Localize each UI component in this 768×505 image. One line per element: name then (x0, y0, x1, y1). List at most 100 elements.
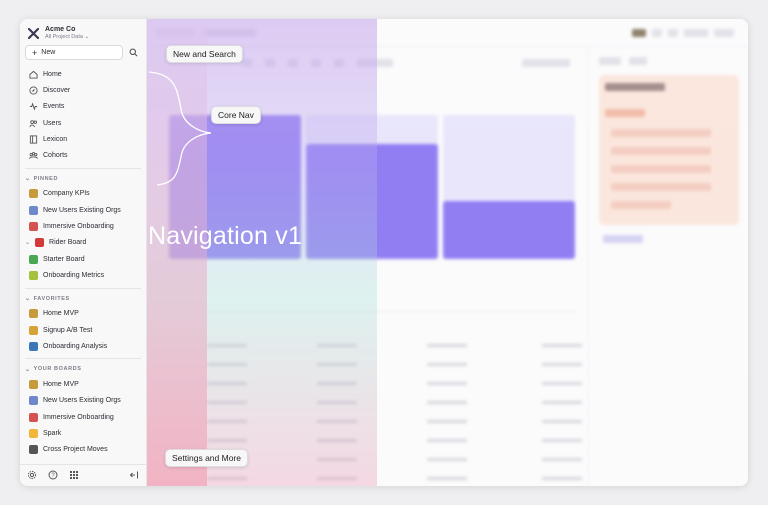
table-cell (542, 344, 582, 347)
board-icon (35, 238, 45, 248)
chart-bar (443, 201, 575, 259)
main-content (147, 19, 748, 486)
board-icon (29, 412, 38, 422)
new-button-label: New (41, 49, 56, 56)
sidebar-footer: ? (20, 464, 146, 486)
apps-button[interactable] (69, 470, 79, 482)
board-label: Starter Board (43, 255, 85, 263)
book-icon (29, 135, 38, 144)
board-icon (29, 222, 38, 232)
core-nav: Home Discover Events Users Lexicon Cohor… (20, 66, 146, 164)
settings-button[interactable] (27, 470, 37, 482)
gear-icon (27, 470, 37, 479)
pinned-section-header[interactable]: ⌄ PINNED (20, 172, 146, 186)
your-boards-item[interactable]: Cross Project Moves (20, 442, 146, 458)
org-switcher[interactable]: Acme Co All Project Data ⌄ (20, 19, 146, 41)
table-cell (427, 344, 467, 347)
favorites-section-header[interactable]: ⌄ FAVORITES (20, 292, 146, 306)
table-cell (542, 401, 582, 404)
compass-icon (29, 86, 38, 95)
section-title: FAVORITES (33, 295, 70, 302)
nav-item-lexicon[interactable]: Lexicon (20, 131, 146, 147)
chevron-down-icon: ⌄ (84, 33, 90, 40)
chevron-down-icon: ⌄ (25, 296, 31, 303)
pinned-item[interactable]: New Users Existing Orgs (20, 202, 146, 218)
favorites-item[interactable]: Onboarding Analysis (20, 338, 146, 354)
pinned-item[interactable]: Immersive Onboarding (20, 218, 146, 234)
board-label: Home MVP (43, 381, 79, 389)
project-label: All Project Data (45, 33, 83, 40)
board-label: Immersive Onboarding (43, 413, 114, 421)
table-cell (542, 477, 582, 480)
headline: Navigation v1 (148, 222, 303, 250)
your-boards-item[interactable]: Home MVP (20, 376, 146, 392)
board-icon (29, 254, 38, 264)
board-label: New Users Existing Orgs (43, 206, 121, 214)
grid-icon (70, 470, 78, 479)
board-label: Home MVP (43, 310, 79, 318)
favorites-item[interactable]: Signup A/B Test (20, 322, 146, 338)
table-cell (542, 363, 582, 366)
board-icon (29, 445, 38, 455)
nav-label: Users (43, 119, 62, 127)
divider (25, 358, 141, 360)
board-icon (29, 270, 38, 280)
table-cell (427, 439, 467, 442)
nav-label: Lexicon (43, 135, 68, 143)
board-icon (29, 380, 38, 390)
collapse-sidebar-button[interactable] (129, 470, 139, 482)
nav-item-users[interactable]: Users (20, 115, 146, 131)
nav-item-events[interactable]: Events (20, 99, 146, 115)
board-icon (29, 325, 38, 335)
help-icon: ? (48, 470, 58, 479)
cohorts-icon (29, 151, 38, 160)
your-boards-item[interactable]: New Users Existing Orgs (20, 393, 146, 409)
chevron-down-icon[interactable]: ⌄ (25, 239, 30, 246)
events-icon (29, 102, 38, 111)
table-cell (542, 382, 582, 385)
nav-item-home[interactable]: Home (20, 66, 146, 82)
board-label: Company KPIs (43, 190, 90, 198)
pinned-item[interactable]: Company KPIs (20, 186, 146, 202)
new-button[interactable]: + New (25, 45, 123, 60)
section-title: PINNED (33, 175, 59, 182)
sidebar: Acme Co All Project Data ⌄ + New Home Di… (20, 19, 147, 486)
search-button[interactable] (126, 45, 141, 60)
board-icon (29, 189, 38, 199)
nav-label: Cohorts (43, 152, 68, 160)
your-boards-item[interactable]: Immersive Onboarding (20, 409, 146, 425)
help-button[interactable]: ? (48, 470, 58, 482)
board-label: Rider Board (49, 239, 87, 247)
board-icon (29, 396, 38, 406)
callout-core-nav: Core Nav (211, 106, 261, 124)
table-cell (427, 420, 467, 423)
chevron-down-icon: ⌄ (25, 366, 31, 373)
logo-icon (27, 27, 39, 39)
nav-label: Discover (43, 86, 71, 94)
your-boards-section-header[interactable]: ⌄ YOUR BOARDS (20, 362, 146, 376)
pinned-item[interactable]: Starter Board (20, 251, 146, 267)
callout-new-and-search: New and Search (166, 45, 243, 63)
nav-label: Home (43, 70, 62, 78)
board-label: Cross Project Moves (43, 446, 108, 454)
board-label: Onboarding Metrics (43, 271, 105, 279)
your-boards-item[interactable]: Spark (20, 425, 146, 441)
project-selector[interactable]: All Project Data ⌄ (45, 34, 89, 41)
table-cell (427, 458, 467, 461)
callout-settings: Settings and More (165, 449, 248, 467)
nav-item-discover[interactable]: Discover (20, 82, 146, 98)
board-label: Onboarding Analysis (43, 342, 108, 350)
pinned-item[interactable]: Onboarding Metrics (20, 267, 146, 283)
plus-icon: + (32, 47, 38, 58)
app-window: Acme Co All Project Data ⌄ + New Home Di… (20, 19, 748, 486)
pinned-item[interactable]: ⌄ Rider Board (20, 235, 146, 251)
favorites-item[interactable]: Home MVP (20, 306, 146, 322)
board-label: Signup A/B Test (43, 326, 93, 334)
table-cell (542, 458, 582, 461)
board-icon (29, 205, 38, 215)
table-cell (542, 439, 582, 442)
board-icon (29, 428, 38, 438)
nav-item-cohorts[interactable]: Cohorts (20, 147, 146, 163)
core-nav-bracket (148, 71, 212, 186)
search-icon (129, 48, 138, 57)
